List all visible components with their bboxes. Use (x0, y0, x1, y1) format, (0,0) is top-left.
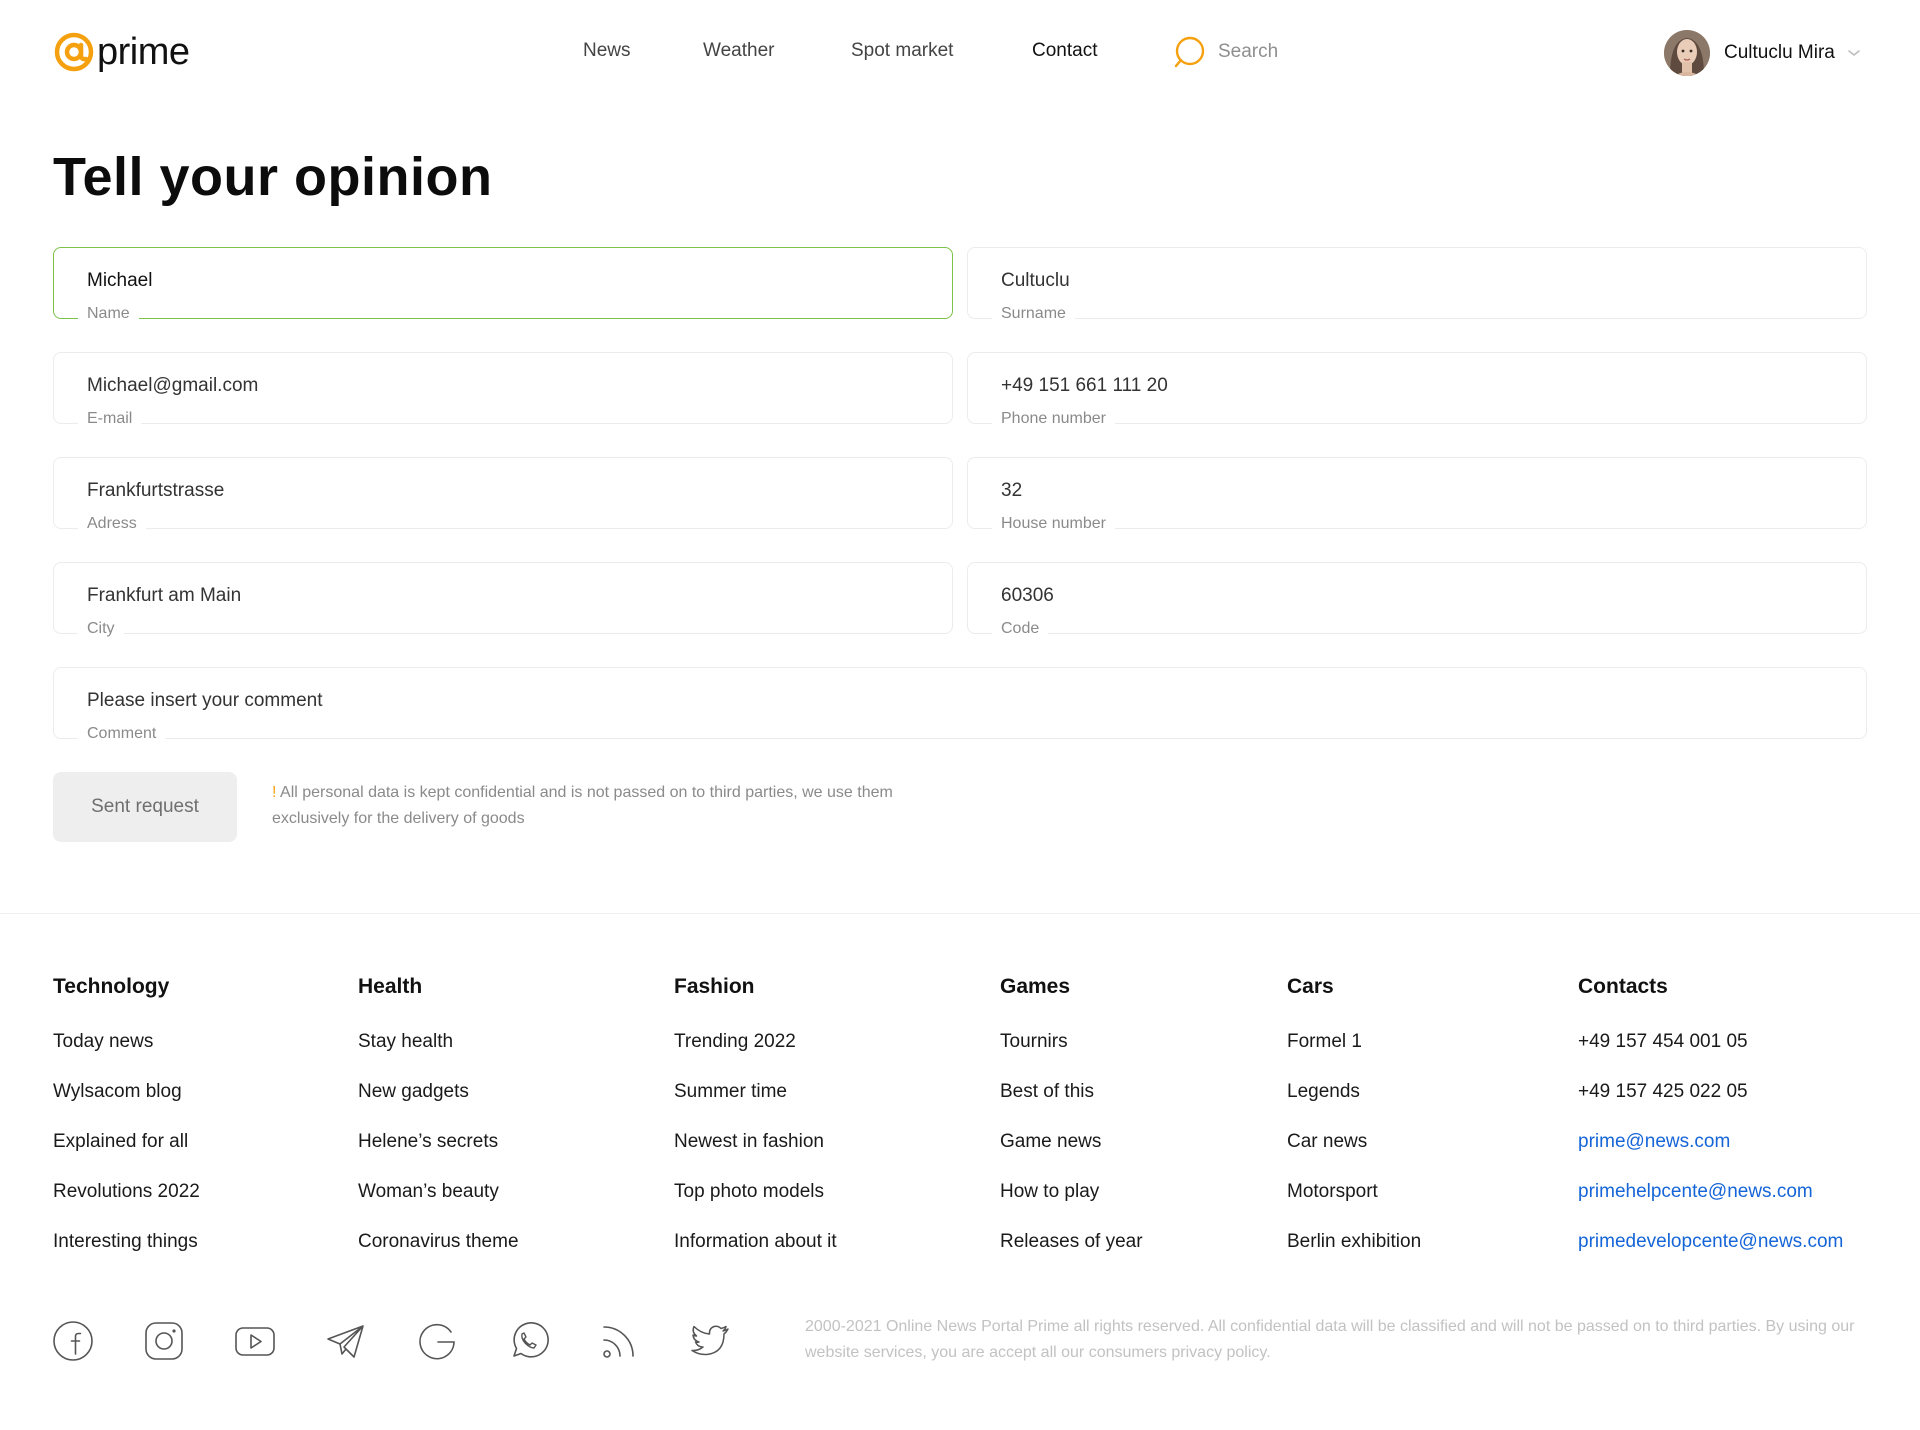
address-value: Frankfurtstrasse (87, 480, 225, 501)
nav-item-weather[interactable]: Weather (703, 40, 774, 62)
name-value: Michael (87, 270, 153, 291)
nav-item-news[interactable]: News (583, 40, 631, 62)
user-menu[interactable]: Cultuclu Mira (1664, 30, 1861, 76)
footer-column-title: Health (358, 975, 423, 998)
footer-column-health: Health Stay health New gadgets Helene’s … (358, 975, 519, 1277)
footer-column-technology: Technology Today news Wylsacom blog Expl… (53, 975, 200, 1277)
footer-link[interactable]: Releases of year (1000, 1227, 1143, 1277)
footer-link[interactable]: Berlin exhibition (1287, 1227, 1421, 1277)
whatsapp-icon[interactable] (507, 1320, 549, 1362)
footer-link[interactable]: Information about it (674, 1227, 837, 1277)
code-field[interactable]: 60306 Code (967, 562, 1867, 639)
header: prime News Weather Spot market Contact S… (0, 0, 1920, 108)
footer-link[interactable]: Car news (1287, 1127, 1421, 1177)
twitter-icon[interactable] (689, 1320, 731, 1362)
footer-link[interactable]: Game news (1000, 1127, 1143, 1177)
email-value: Michael@gmail.com (87, 375, 259, 396)
address-field[interactable]: Frankfurtstrasse Adress (53, 457, 953, 534)
surname-field[interactable]: Cultuclu Surname (967, 247, 1867, 324)
footer-link[interactable]: Legends (1287, 1077, 1421, 1127)
footer-column-title: Fashion (674, 975, 755, 998)
send-request-button[interactable]: Sent request (53, 772, 237, 842)
privacy-note: ! All personal data is kept confidential… (272, 780, 952, 832)
contact-phone-1[interactable]: +49 157 454 001 05 (1578, 1027, 1843, 1077)
footer-link[interactable]: How to play (1000, 1177, 1143, 1227)
instagram-icon[interactable] (143, 1320, 185, 1362)
footer-column-title: Games (1000, 975, 1071, 998)
avatar (1664, 30, 1710, 76)
footer-link[interactable]: Wylsacom blog (53, 1077, 200, 1127)
footer-link[interactable]: Explained for all (53, 1127, 200, 1177)
house-number-label: House number (992, 514, 1115, 534)
youtube-icon[interactable] (234, 1320, 276, 1362)
footer-column-title: Cars (1287, 975, 1334, 998)
footer-link[interactable]: New gadgets (358, 1077, 519, 1127)
contact-phone-2[interactable]: +49 157 425 022 05 (1578, 1077, 1843, 1127)
footer-link[interactable]: Best of this (1000, 1077, 1143, 1127)
city-label: City (78, 619, 124, 639)
contact-email-link[interactable]: prime@news.com (1578, 1127, 1843, 1177)
comment-field[interactable]: Please insert your comment Comment (53, 667, 1867, 744)
name-label: Name (78, 304, 139, 324)
comment-label: Comment (78, 724, 166, 744)
footer-column-title: Technology (53, 975, 170, 998)
footer-link[interactable]: Newest in fashion (674, 1127, 837, 1177)
footer-link[interactable]: Coronavirus theme (358, 1227, 519, 1277)
user-name: Cultuclu Mira (1724, 42, 1835, 63)
telegram-icon[interactable] (325, 1320, 367, 1362)
copyright-text: 2000-2021 Online News Portal Prime all r… (805, 1318, 1855, 1361)
footer-column-cars: Cars Formel 1 Legends Car news Motorspor… (1287, 975, 1421, 1277)
footer-link[interactable]: Revolutions 2022 (53, 1177, 200, 1227)
search-icon (1174, 36, 1205, 68)
at-sign-logo-icon (54, 32, 94, 72)
search-label: Search (1218, 41, 1279, 62)
code-value: 60306 (1001, 585, 1054, 606)
facebook-icon[interactable] (52, 1320, 94, 1362)
nav-item-spot-market[interactable]: Spot market (851, 40, 953, 62)
search-trigger[interactable]: Search (1172, 34, 1278, 70)
footer-link[interactable]: Trending 2022 (674, 1027, 837, 1077)
avatar-portrait-icon (1664, 30, 1710, 76)
footer-link[interactable]: Interesting things (53, 1227, 200, 1277)
footer-divider (0, 913, 1920, 914)
comment-placeholder: Please insert your comment (87, 690, 323, 711)
footer-column-title: Contacts (1578, 975, 1668, 998)
city-value: Frankfurt am Main (87, 585, 242, 606)
house-number-field[interactable]: 32 House number (967, 457, 1867, 534)
city-field[interactable]: Frankfurt am Main City (53, 562, 953, 639)
contact-develop-email-link[interactable]: primedevelopcente@news.com (1578, 1227, 1843, 1277)
logo-text: prime (97, 31, 190, 73)
footer-link[interactable]: Motorsport (1287, 1177, 1421, 1227)
footer-link[interactable]: Top photo models (674, 1177, 837, 1227)
footer-link[interactable]: Stay health (358, 1027, 519, 1077)
footer-link[interactable]: Helene’s secrets (358, 1127, 519, 1177)
logo[interactable]: prime (53, 30, 190, 74)
email-field[interactable]: Michael@gmail.com E-mail (53, 352, 953, 429)
name-field[interactable]: Michael Name (53, 247, 953, 324)
contact-help-email-link[interactable]: primehelpcente@news.com (1578, 1177, 1843, 1227)
footer-link[interactable]: Formel 1 (1287, 1027, 1421, 1077)
page-title: Tell your opinion (53, 147, 493, 207)
rss-icon[interactable] (598, 1320, 640, 1362)
address-label: Adress (78, 514, 146, 534)
footer-column-games: Games Tournirs Best of this Game news Ho… (1000, 975, 1143, 1277)
phone-value: +49 151 661 111 20 (1001, 375, 1168, 396)
chevron-down-icon (1848, 50, 1860, 57)
footer-link[interactable]: Woman’s beauty (358, 1177, 519, 1227)
phone-field[interactable]: +49 151 661 111 20 Phone number (967, 352, 1867, 429)
house-number-value: 32 (1001, 480, 1023, 501)
surname-label: Surname (992, 304, 1075, 324)
footer-link[interactable]: Tournirs (1000, 1027, 1143, 1077)
email-label: E-mail (78, 409, 142, 429)
footer-column-contacts: Contacts +49 157 454 001 05 +49 157 425 … (1578, 975, 1843, 1277)
code-label: Code (992, 619, 1049, 639)
google-icon[interactable] (416, 1320, 458, 1362)
footer-column-fashion: Fashion Trending 2022 Summer time Newest… (674, 975, 837, 1277)
surname-value: Cultuclu (1001, 270, 1070, 291)
phone-label: Phone number (992, 409, 1115, 429)
note-text: All personal data is kept confidential a… (272, 784, 893, 827)
footer-link[interactable]: Today news (53, 1027, 200, 1077)
nav-item-contact[interactable]: Contact (1032, 40, 1097, 62)
footer-link[interactable]: Summer time (674, 1077, 837, 1127)
